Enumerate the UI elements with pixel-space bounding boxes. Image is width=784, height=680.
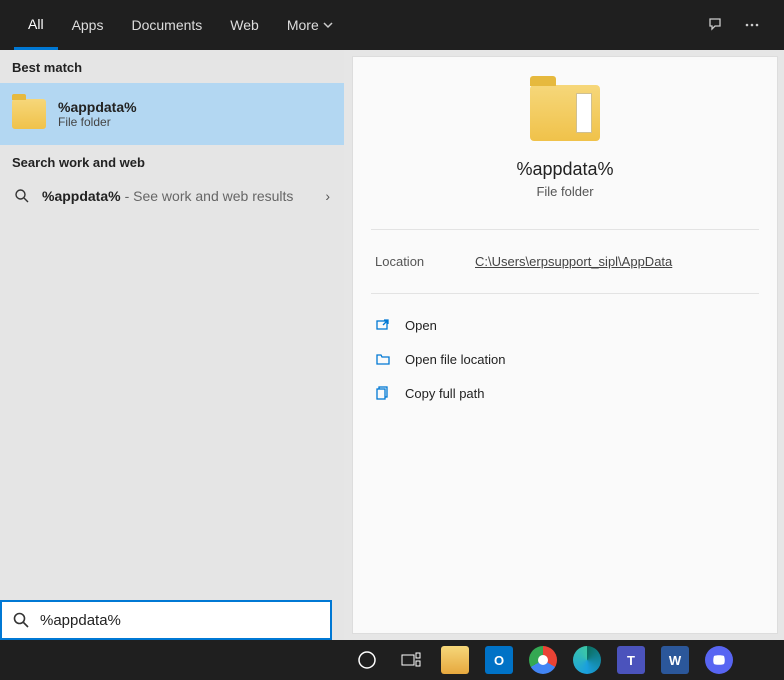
divider <box>371 293 759 294</box>
taskbar-app-teams[interactable]: T <box>614 645 648 675</box>
action-label: Open file location <box>405 352 505 367</box>
web-search-query: %appdata% <box>42 188 121 204</box>
search-icon <box>14 188 30 204</box>
preview-subtitle: File folder <box>536 184 593 199</box>
taskbar-app-discord[interactable] <box>702 645 736 675</box>
preview-pane: %appdata% File folder Location C:\Users\… <box>352 56 778 634</box>
folder-open-icon <box>375 351 391 367</box>
open-icon <box>375 317 391 333</box>
best-match-title: %appdata% <box>58 99 137 115</box>
copy-icon <box>375 385 391 401</box>
cortana-icon[interactable] <box>350 645 384 675</box>
web-search-result[interactable]: %appdata% - See work and web results › <box>0 178 344 214</box>
taskbar-app-outlook[interactable]: O <box>482 645 516 675</box>
tab-documents[interactable]: Documents <box>117 0 216 50</box>
location-label: Location <box>375 254 475 269</box>
best-match-subtitle: File folder <box>58 115 137 129</box>
search-input[interactable] <box>40 612 320 629</box>
action-copy-path[interactable]: Copy full path <box>371 376 759 410</box>
tab-more-label: More <box>287 17 319 33</box>
search-tabs: All Apps Documents Web More <box>0 0 784 50</box>
location-row: Location C:\Users\erpsupport_sipl\AppDat… <box>353 238 777 285</box>
taskbar-app-chrome[interactable] <box>526 645 560 675</box>
taskbar: O TW <box>0 640 784 680</box>
tab-all[interactable]: All <box>14 0 58 50</box>
tab-web[interactable]: Web <box>216 0 273 50</box>
chevron-down-icon <box>323 20 333 30</box>
taskbar-app-explorer[interactable] <box>438 645 472 675</box>
action-open[interactable]: Open <box>371 308 759 342</box>
search-icon <box>12 611 30 629</box>
taskbar-app-edge[interactable] <box>570 645 604 675</box>
search-box[interactable] <box>0 600 332 640</box>
action-label: Copy full path <box>405 386 485 401</box>
tab-more[interactable]: More <box>273 0 347 50</box>
best-match-header: Best match <box>0 50 344 83</box>
preview-title: %appdata% <box>516 159 613 180</box>
tab-apps[interactable]: Apps <box>58 0 118 50</box>
task-view-icon[interactable] <box>394 645 428 675</box>
chevron-right-icon: › <box>325 188 330 204</box>
more-options-icon[interactable] <box>734 17 770 33</box>
folder-icon <box>12 99 46 129</box>
location-path[interactable]: C:\Users\erpsupport_sipl\AppData <box>475 254 672 269</box>
taskbar-app-word[interactable]: W <box>658 645 692 675</box>
folder-icon <box>530 85 600 141</box>
web-search-hint: - See work and web results <box>125 188 294 204</box>
action-label: Open <box>405 318 437 333</box>
search-web-header: Search work and web <box>0 145 344 178</box>
results-list: Best match %appdata% File folder Search … <box>0 50 344 640</box>
best-match-result[interactable]: %appdata% File folder <box>0 83 344 145</box>
divider <box>371 229 759 230</box>
action-open-location[interactable]: Open file location <box>371 342 759 376</box>
feedback-icon[interactable] <box>698 16 734 34</box>
search-results-area: Best match %appdata% File folder Search … <box>0 50 784 640</box>
